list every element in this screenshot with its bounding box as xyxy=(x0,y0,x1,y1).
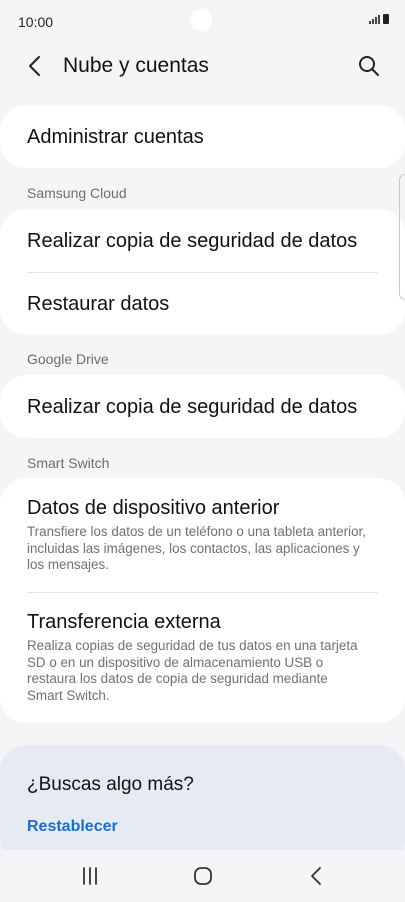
smart-switch-card: Datos de dispositivo anterior Transfiere… xyxy=(0,478,405,723)
page-title: Nube y cuentas xyxy=(63,54,209,77)
home-button[interactable] xyxy=(188,862,218,890)
manage-accounts-label: Administrar cuentas xyxy=(27,126,204,148)
previous-device-data-item[interactable]: Datos de dispositivo anterior Transfiere… xyxy=(0,478,405,592)
external-transfer-description: Realiza copias de seguridad de tus datos… xyxy=(27,638,358,703)
reset-link[interactable]: Restablecer xyxy=(27,818,118,836)
app-bar: Nube y cuentas xyxy=(0,44,405,88)
front-camera-cutout xyxy=(190,9,212,31)
chevron-left-icon xyxy=(29,56,40,76)
home-icon xyxy=(194,867,212,885)
back-nav-icon xyxy=(311,867,321,885)
back-button[interactable] xyxy=(22,52,50,80)
samsung-cloud-backup-label: Realizar copia de seguridad de datos xyxy=(27,230,358,252)
section-header-smart-switch: Smart Switch xyxy=(27,455,110,471)
section-header-samsung-cloud: Samsung Cloud xyxy=(27,185,127,201)
status-bar: 10:00 xyxy=(0,0,405,44)
previous-device-description: Transfiere los datos de un teléfono o un… xyxy=(27,524,366,572)
samsung-cloud-backup-item[interactable]: Realizar copia de seguridad de datos xyxy=(0,209,405,272)
looking-for-more-card: ¿Buscas algo más? Restablecer xyxy=(0,745,405,865)
search-button[interactable] xyxy=(355,52,383,80)
battery-icon xyxy=(383,14,389,24)
recent-apps-button[interactable] xyxy=(75,862,105,890)
scrollbar[interactable] xyxy=(399,174,405,300)
external-transfer-item[interactable]: Transferencia externa Realiza copias de … xyxy=(0,593,405,723)
search-icon xyxy=(359,56,379,76)
back-nav-button[interactable] xyxy=(302,862,332,890)
google-drive-backup-label: Realizar copia de seguridad de datos xyxy=(27,396,358,418)
looking-for-more-title: ¿Buscas algo más? xyxy=(27,774,194,795)
navigation-bar xyxy=(0,850,405,902)
google-drive-backup-item[interactable]: Realizar copia de seguridad de datos xyxy=(0,375,405,438)
status-time: 10:00 xyxy=(18,14,54,30)
status-icons xyxy=(369,14,389,24)
samsung-cloud-restore-label: Restaurar datos xyxy=(27,293,170,315)
samsung-cloud-card: Realizar copia de seguridad de datos Res… xyxy=(0,209,405,335)
previous-device-title: Datos de dispositivo anterior xyxy=(27,497,280,519)
signal-icon xyxy=(369,14,380,24)
section-header-google-drive: Google Drive xyxy=(27,351,109,367)
manage-accounts-card[interactable]: Administrar cuentas xyxy=(0,105,405,168)
recent-apps-icon xyxy=(83,867,97,885)
external-transfer-title: Transferencia externa xyxy=(27,611,221,633)
samsung-cloud-restore-item[interactable]: Restaurar datos xyxy=(0,273,405,335)
